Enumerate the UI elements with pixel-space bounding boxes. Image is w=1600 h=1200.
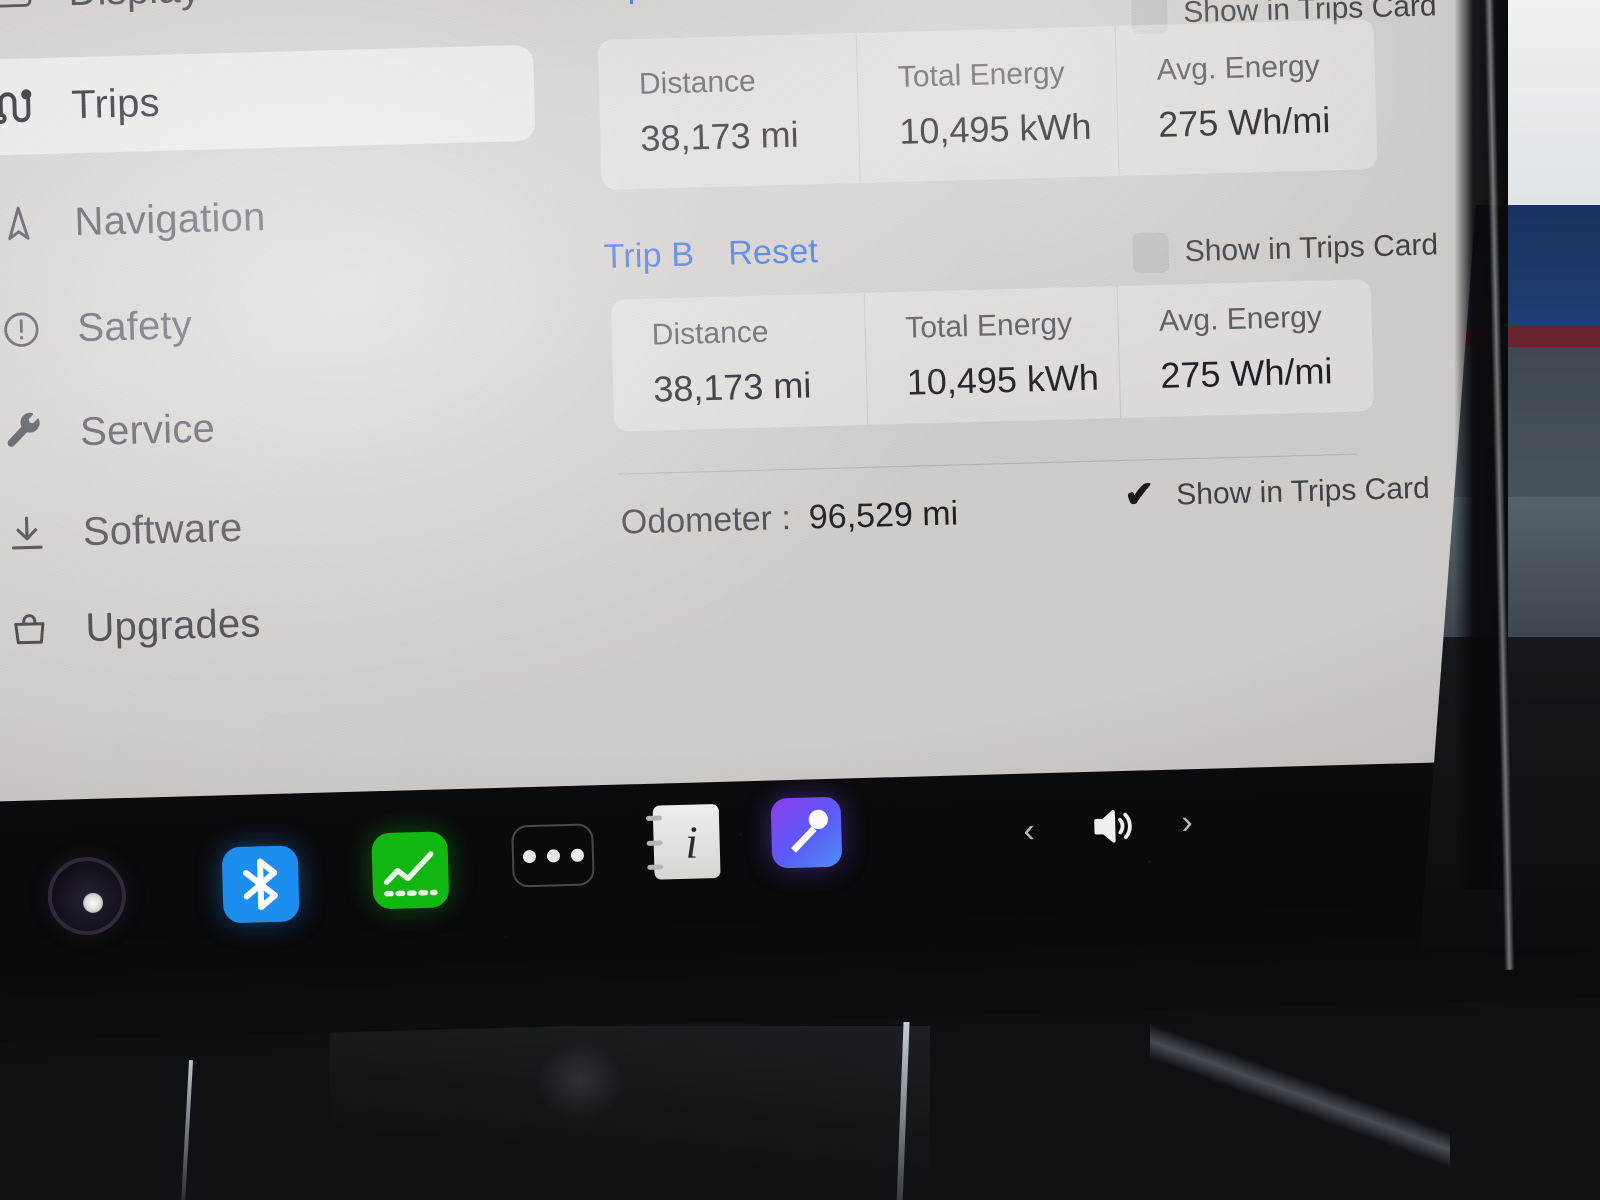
trip-b-title: Trip B — [603, 235, 695, 276]
section-divider — [617, 453, 1358, 475]
sidebar-item-upgrades[interactable]: Upgrades — [0, 568, 550, 680]
trip-a-header: Trip A Reset — [588, 0, 802, 7]
release-notes-icon[interactable]: i — [645, 803, 721, 880]
stat-label: Avg. Energy — [1158, 300, 1323, 338]
trip-b-stat-avg-energy: Avg. Energy 275 Wh/mi — [1116, 279, 1375, 419]
stat-label: Distance — [638, 64, 757, 101]
stat-value: 10,495 kWh — [906, 356, 1100, 403]
photo-of-tesla-touchscreen: Lights Display — [0, 0, 1600, 1200]
trip-a-stat-distance: Distance 38,173 mi — [598, 33, 860, 190]
sidebar-item-label: Navigation — [73, 194, 267, 244]
trip-a-stat-total-energy: Total Energy 10,495 kWh — [855, 26, 1119, 183]
media-next-button[interactable]: › — [1181, 803, 1193, 841]
odometer-show-in-trips-card-row[interactable]: ✔ Show in Trips Card — [1124, 469, 1430, 517]
sidebar-item-trips[interactable]: Trips — [0, 44, 536, 157]
bluetooth-icon[interactable] — [221, 845, 300, 924]
trip-b-show-in-trips-card-row[interactable]: Show in Trips Card — [1132, 225, 1439, 274]
lcd-surface: Lights Display — [0, 0, 1583, 835]
trips-icon — [0, 80, 72, 133]
sidebar-item-label: Trips — [70, 80, 161, 127]
sidebar-item-label: Safety — [76, 302, 193, 350]
trip-a-stats: Distance 38,173 mi Total Energy 10,495 k… — [597, 19, 1378, 190]
trip-a-reset-button[interactable]: Reset — [711, 0, 802, 4]
media-previous-button[interactable]: ‹ — [1023, 811, 1035, 849]
trip-b-reset-button[interactable]: Reset — [728, 232, 819, 273]
more-apps-icon[interactable] — [511, 823, 595, 888]
software-icon — [0, 510, 83, 557]
navigation-icon — [0, 200, 75, 247]
cabin-camera-icon — [46, 856, 127, 937]
settings-app: Lights Display — [0, 0, 1582, 834]
console-glass-edge — [1150, 860, 1450, 1190]
sidebar-item-software[interactable]: Software — [0, 472, 547, 584]
trip-b-show-checkbox[interactable] — [1132, 232, 1170, 274]
trip-b-show-label: Show in Trips Card — [1184, 228, 1439, 269]
odometer-show-checkbox[interactable]: ✔ — [1123, 473, 1161, 517]
safety-icon — [0, 306, 78, 353]
trip-b-header: Trip B Reset — [603, 232, 818, 277]
display-icon — [0, 0, 69, 17]
stat-value: 38,173 mi — [639, 113, 800, 159]
settings-sidebar[interactable]: Lights Display — [0, 0, 582, 794]
service-icon — [0, 410, 81, 457]
upgrades-icon — [0, 606, 86, 653]
stat-label: Total Energy — [897, 56, 1066, 94]
sidebar-item-label: Upgrades — [84, 600, 262, 650]
sidebar-item-label: Display — [68, 0, 202, 15]
stat-label: Distance — [651, 315, 769, 352]
odometer-show-label: Show in Trips Card — [1175, 471, 1431, 512]
stat-value: 275 Wh/mi — [1159, 350, 1333, 396]
checkmark-icon: ✔ — [1123, 473, 1155, 515]
trip-a-title: Trip A — [588, 0, 678, 7]
stat-label: Total Energy — [904, 307, 1073, 345]
stat-label: Avg. Energy — [1156, 49, 1321, 87]
sidebar-item-service[interactable]: Service — [0, 372, 544, 484]
sidebar-item-label: Service — [79, 406, 216, 454]
sidebar-item-display[interactable]: Display — [0, 0, 532, 43]
release-notes-glyph: i — [684, 816, 699, 868]
trips-content: 0 kWh g. Energy 241 Wh/mi Trip A Reset S… — [577, 0, 1581, 776]
volume-icon[interactable] — [1081, 798, 1146, 854]
touchscreen-panel: Lights Display — [0, 0, 1583, 835]
stat-value: 38,173 mi — [652, 364, 812, 410]
karaoke-mic-icon[interactable] — [770, 796, 843, 869]
sidebar-item-navigation[interactable]: Navigation — [0, 162, 539, 274]
stat-value: 275 Wh/mi — [1157, 99, 1331, 145]
stocks-chart-icon[interactable] — [371, 831, 450, 910]
odometer-label: Odometer : — [620, 498, 792, 542]
trip-a-stat-avg-energy: Avg. Energy 275 Wh/mi — [1114, 19, 1378, 176]
sidebar-item-safety[interactable]: Safety — [0, 268, 542, 380]
trip-b-stat-distance: Distance 38,173 mi — [611, 293, 867, 432]
odometer-row: Odometer : 96,529 mi — [620, 494, 958, 542]
trip-b-stat-total-energy: Total Energy 10,495 kWh — [863, 286, 1121, 425]
trip-b-stats: Distance 38,173 mi Total Energy 10,495 k… — [610, 279, 1375, 432]
stat-value: 10,495 kWh — [898, 105, 1092, 152]
sidebar-item-label: Software — [82, 505, 243, 554]
odometer-value: 96,529 mi — [808, 494, 959, 537]
